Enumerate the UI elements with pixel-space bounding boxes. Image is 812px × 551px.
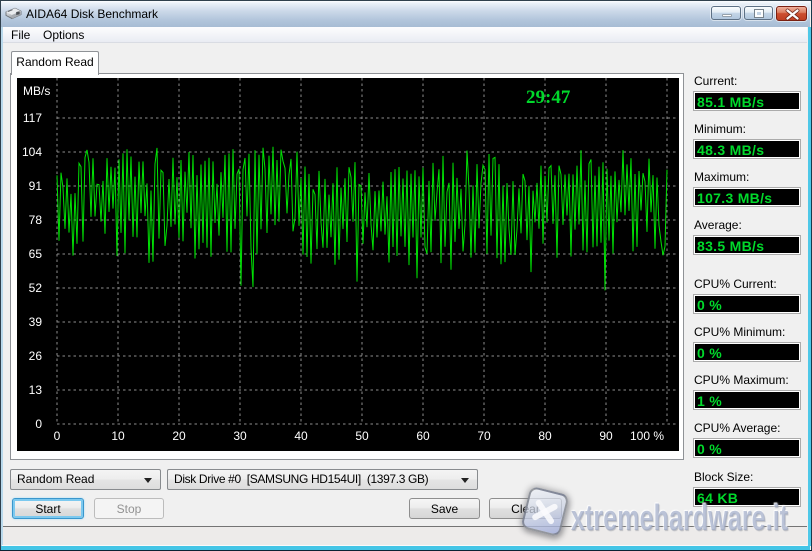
- svg-text:10: 10: [111, 429, 125, 443]
- svg-text:104: 104: [22, 145, 42, 159]
- svg-text:117: 117: [23, 111, 42, 125]
- svg-text:100 %: 100 %: [630, 429, 664, 443]
- svg-text:90: 90: [599, 429, 613, 443]
- svg-text:80: 80: [538, 429, 552, 443]
- svg-text:60: 60: [416, 429, 430, 443]
- svg-text:70: 70: [477, 429, 491, 443]
- svg-text:20: 20: [172, 429, 186, 443]
- svg-text:29:47: 29:47: [526, 87, 571, 108]
- svg-text:MB/s: MB/s: [23, 84, 50, 98]
- svg-text:0: 0: [35, 417, 42, 431]
- svg-text:13: 13: [29, 383, 43, 397]
- svg-text:30: 30: [233, 429, 247, 443]
- svg-text:50: 50: [355, 429, 369, 443]
- svg-text:78: 78: [29, 213, 43, 227]
- svg-text:26: 26: [29, 349, 43, 363]
- svg-text:40: 40: [294, 429, 308, 443]
- svg-text:39: 39: [29, 315, 43, 329]
- svg-text:91: 91: [29, 179, 43, 193]
- svg-text:52: 52: [29, 281, 43, 295]
- svg-text:65: 65: [29, 247, 43, 261]
- svg-text:0: 0: [54, 429, 61, 443]
